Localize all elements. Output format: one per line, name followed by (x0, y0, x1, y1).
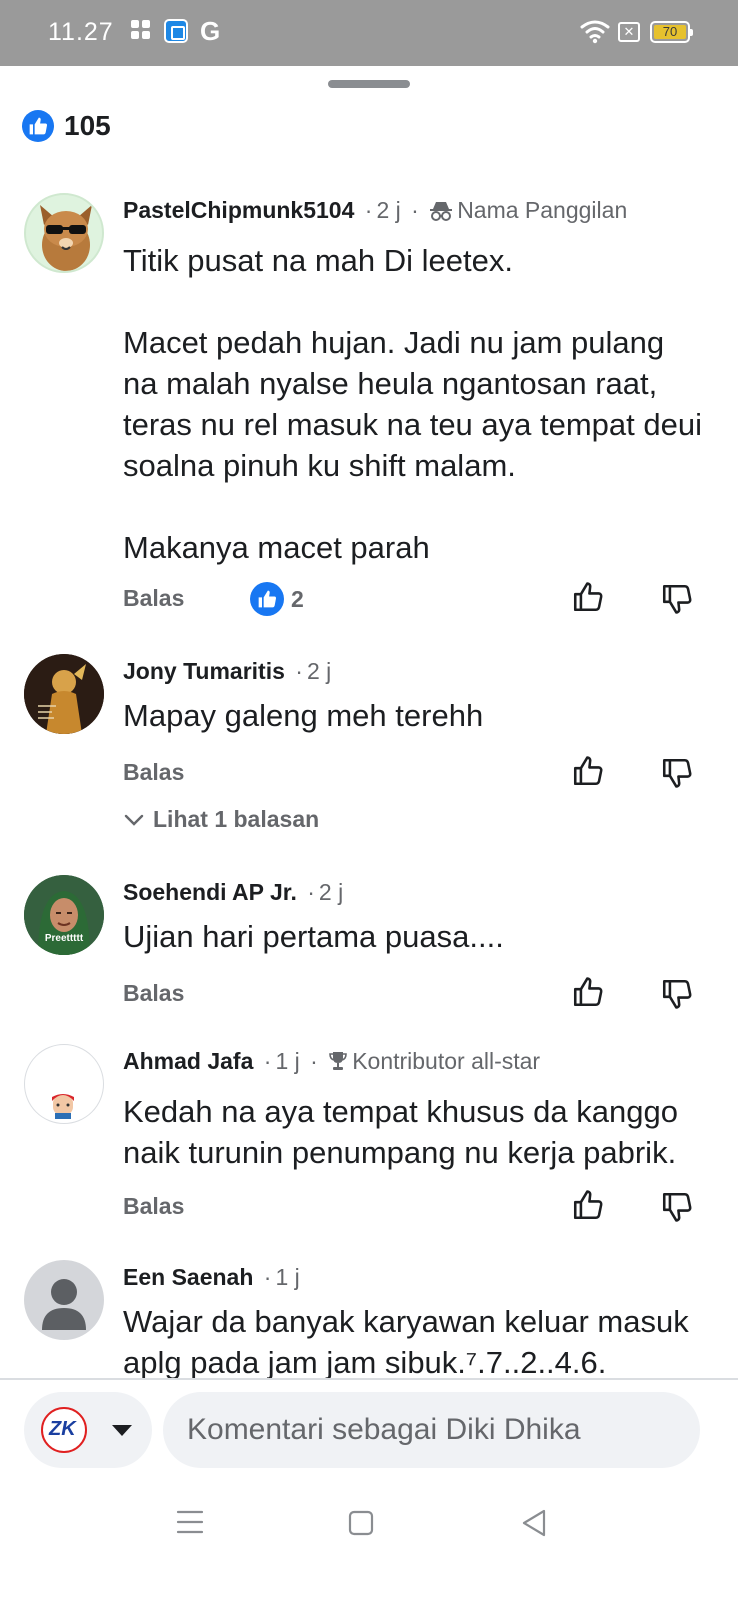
trophy-icon (329, 1052, 347, 1070)
comment-reactions[interactable]: 2 (250, 582, 304, 616)
avatar-caption: Preettttt (44, 933, 84, 944)
thumbs-up-icon[interactable] (571, 579, 605, 615)
thumbs-up-icon[interactable] (571, 974, 605, 1010)
comment-item: Een Saenah · 1 j Wajar da banyak karyawan… (0, 1260, 738, 1378)
grid-app-icon (131, 20, 151, 42)
comment-actions: Balas (123, 1187, 698, 1227)
comment-header: Soehendi AP Jr. · 2 j (123, 879, 344, 905)
battery-level: 70 (654, 25, 686, 39)
thumbs-down-icon[interactable] (660, 755, 694, 791)
comment-time[interactable]: 2 j (319, 879, 343, 905)
comment-header: Jony Tumaritis · 2 j (123, 658, 332, 684)
comment-time[interactable]: 1 j (275, 1048, 299, 1074)
comment-author[interactable]: PastelChipmunk5104 (123, 197, 354, 223)
profile-switcher-button[interactable]: ZK (24, 1392, 152, 1468)
profile-initials: ZK (49, 1418, 76, 1440)
like-icon (250, 582, 284, 616)
comment-time[interactable]: 1 j (275, 1264, 299, 1290)
thumbs-down-icon[interactable] (660, 1189, 694, 1225)
comment-author[interactable]: Ahmad Jafa (123, 1048, 253, 1074)
comment-time[interactable]: 2 j (307, 658, 331, 684)
comment-like-count: 2 (291, 585, 304, 612)
chevron-down-icon (124, 814, 144, 826)
thumbs-up-icon[interactable] (571, 753, 605, 789)
comment-input[interactable] (163, 1392, 700, 1468)
profile-avatar: ZK (41, 1407, 87, 1453)
reply-button[interactable]: Balas (123, 759, 184, 786)
comment-header: PastelChipmunk5104 · 2 j · Nama Panggilan (123, 197, 628, 223)
no-sim-icon: ✕ (618, 22, 640, 42)
comment-text: Titik pusat na mah Di leetex. Macet peda… (123, 243, 702, 565)
view-replies-button[interactable]: Lihat 1 balasan (123, 806, 319, 833)
menu-icon[interactable] (176, 1508, 204, 1536)
incognito-icon (430, 202, 453, 221)
comment-badge: Kontributor all-star (352, 1048, 541, 1074)
battery-icon: 70 (650, 21, 693, 43)
comment-time[interactable]: 2 j (376, 197, 400, 223)
back-icon[interactable] (520, 1508, 548, 1538)
comment-text: Kedah na aya tempat khusus da kanggo nai… (123, 1094, 678, 1170)
comment-author[interactable]: Soehendi AP Jr. (123, 879, 297, 905)
comment-text: Mapay galeng meh terehh (123, 698, 484, 733)
comment-author[interactable]: Een Saenah (123, 1264, 253, 1290)
avatar[interactable] (24, 1044, 104, 1124)
comment-text: Wajar da banyak karyawan keluar masuk ap… (123, 1304, 689, 1378)
thumbs-down-icon[interactable] (660, 581, 694, 617)
google-icon: G (200, 16, 221, 46)
comment-actions: Balas (123, 974, 698, 1014)
home-icon[interactable] (348, 1510, 374, 1536)
caret-down-icon (112, 1425, 132, 1436)
status-bar: 11.27 G ✕ 70 (0, 0, 738, 66)
comment-header: Een Saenah · 1 j (123, 1264, 300, 1290)
avatar[interactable]: Preettttt (24, 875, 104, 955)
status-time: 11.27 (48, 18, 114, 46)
thumbs-up-icon[interactable] (571, 1187, 605, 1223)
blue-app-icon (164, 19, 188, 43)
avatar[interactable] (24, 654, 104, 734)
sheet-drag-handle[interactable] (328, 80, 410, 88)
comment-author[interactable]: Jony Tumaritis (123, 658, 285, 684)
avatar[interactable] (24, 193, 104, 273)
like-icon (22, 110, 54, 142)
comment-badge: Nama Panggilan (457, 197, 628, 223)
reaction-count: 105 (64, 110, 111, 141)
comment-header: Ahmad Jafa · 1 j · Kontributor all-star (123, 1048, 541, 1074)
comment-actions: Balas 2 (123, 579, 698, 619)
divider (0, 1378, 738, 1380)
view-replies-label: Lihat 1 balasan (153, 806, 320, 832)
reply-button[interactable]: Balas (123, 585, 184, 612)
avatar[interactable] (24, 1260, 104, 1340)
reply-button[interactable]: Balas (123, 980, 184, 1007)
reply-button[interactable]: Balas (123, 1193, 184, 1220)
wifi-icon (580, 20, 610, 44)
reaction-summary[interactable]: 105 (22, 108, 111, 144)
thumbs-down-icon[interactable] (660, 976, 694, 1012)
comment-actions: Balas (123, 753, 698, 793)
comment-text: Ujian hari pertama puasa.... (123, 919, 504, 954)
